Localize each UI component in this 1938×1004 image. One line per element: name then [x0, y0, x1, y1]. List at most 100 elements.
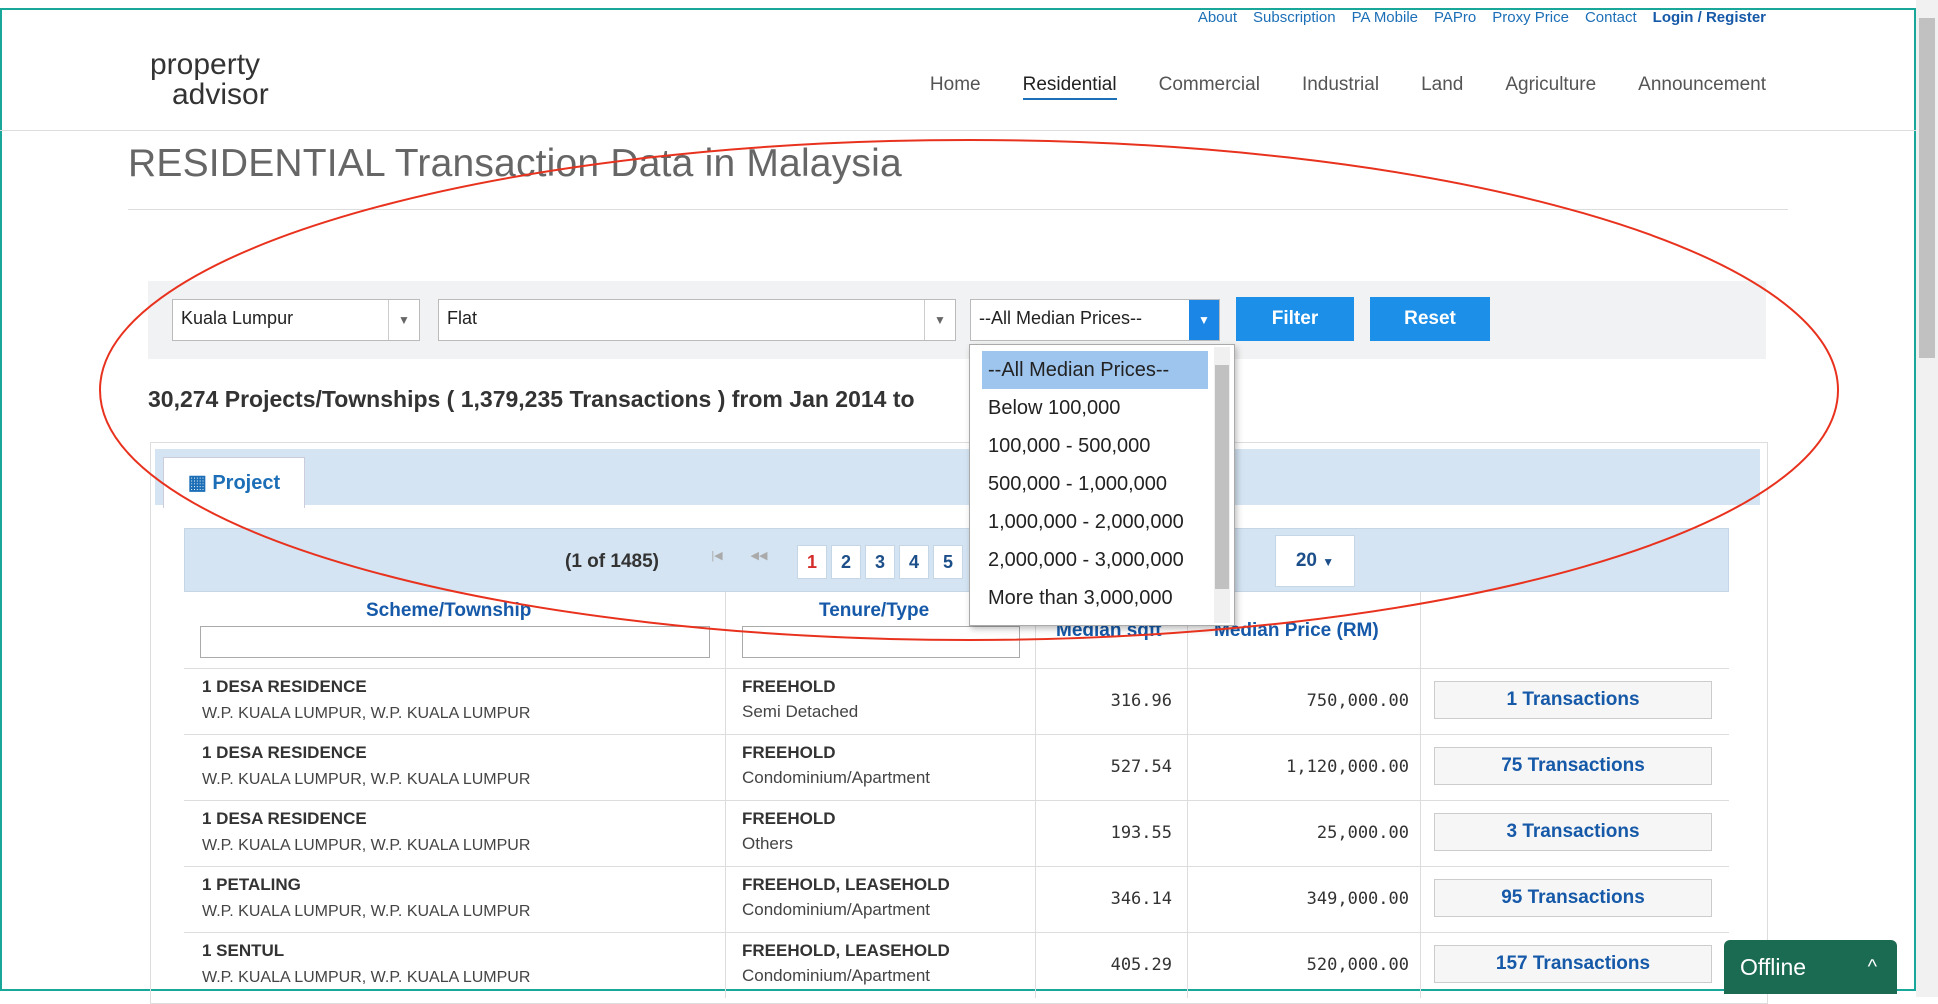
filter-bar: Kuala Lumpur ▼ Flat ▼ --All Median Price… — [148, 281, 1766, 359]
scheme-location: W.P. KUALA LUMPUR, W.P. KUALA LUMPUR — [202, 705, 531, 722]
nav-announcement[interactable]: Announcement — [1638, 74, 1766, 100]
link-about[interactable]: About — [1198, 9, 1237, 26]
page-info: (1 of 1485) — [565, 551, 659, 572]
title-divider — [128, 209, 1788, 210]
link-pa-mobile[interactable]: PA Mobile — [1352, 9, 1418, 26]
median-price-value: --All Median Prices-- — [979, 308, 1143, 328]
nav-agriculture[interactable]: Agriculture — [1505, 74, 1596, 100]
price-option[interactable]: 100,000 - 500,000 — [982, 427, 1208, 465]
prev-page-button[interactable]: ◀◀ — [741, 539, 777, 573]
property-type: Condominium/Apartment — [742, 966, 931, 985]
scheme-name: 1 DESA RESIDENCE — [202, 677, 367, 696]
caret-down-icon: ▼ — [1322, 555, 1335, 569]
price-option[interactable]: 1,000,000 - 2,000,000 — [982, 503, 1208, 541]
scheme-filter-input[interactable] — [200, 626, 710, 658]
tenure-filter-input[interactable] — [742, 626, 1020, 658]
transactions-button[interactable]: 75 Transactions — [1434, 747, 1712, 785]
state-select[interactable]: Kuala Lumpur ▼ — [172, 299, 420, 341]
tenure: FREEHOLD, LEASEHOLD — [742, 875, 950, 894]
price-option[interactable]: 500,000 - 1,000,000 — [982, 465, 1208, 503]
page-title: RESIDENTIAL Transaction Data in Malaysia — [128, 142, 902, 185]
page-2-button[interactable]: 2 — [831, 545, 861, 579]
scheme-name: 1 SENTUL — [202, 941, 285, 960]
column-divider — [1420, 801, 1421, 866]
link-papro[interactable]: PAPro — [1434, 9, 1476, 26]
results-summary: 30,274 Projects/Townships ( 1,379,235 Tr… — [148, 386, 915, 412]
column-divider — [725, 801, 726, 866]
page-scrollbar-thumb[interactable] — [1919, 18, 1935, 358]
scheme-location: W.P. KUALA LUMPUR, W.P. KUALA LUMPUR — [202, 837, 531, 854]
state-select-value: Kuala Lumpur — [181, 308, 294, 328]
nav-commercial[interactable]: Commercial — [1159, 74, 1260, 100]
table-row: 1 DESA RESIDENCE W.P. KUALA LUMPUR, W.P.… — [184, 668, 1729, 734]
median-price: 520,000.00 — [1306, 955, 1409, 975]
page-scrollbar[interactable] — [1916, 0, 1938, 997]
link-contact[interactable]: Contact — [1585, 9, 1637, 26]
table-header: Scheme/Township Tenure/Type Median sqft … — [184, 592, 1729, 668]
column-divider — [725, 669, 726, 734]
transactions-button[interactable]: 157 Transactions — [1434, 945, 1712, 983]
link-subscription[interactable]: Subscription — [1253, 9, 1336, 26]
transactions-button[interactable]: 3 Transactions — [1434, 813, 1712, 851]
per-page-select[interactable]: 20 ▼ — [1275, 535, 1355, 587]
logo[interactable]: property advisor — [150, 50, 269, 110]
scheme-name: 1 DESA RESIDENCE — [202, 743, 367, 762]
price-option[interactable]: 2,000,000 - 3,000,000 — [982, 541, 1208, 579]
transactions-button[interactable]: 1 Transactions — [1434, 681, 1712, 719]
tenure: FREEHOLD — [742, 809, 836, 828]
nav-industrial[interactable]: Industrial — [1302, 74, 1379, 100]
col-price-header[interactable]: Median Price (RM) — [1214, 620, 1379, 642]
nav-residential[interactable]: Residential — [1022, 74, 1117, 100]
transactions-button[interactable]: 95 Transactions — [1434, 879, 1712, 917]
chevron-up-icon[interactable]: ^ — [1868, 940, 1877, 994]
caret-down-icon: ▼ — [388, 300, 419, 340]
dropdown-scrollbar-thumb[interactable] — [1215, 365, 1229, 589]
link-login-register[interactable]: Login / Register — [1653, 9, 1766, 26]
col-tenure-header[interactable]: Tenure/Type — [819, 600, 929, 622]
page-1-button[interactable]: 1 — [797, 545, 827, 579]
tenure: FREEHOLD, LEASEHOLD — [742, 941, 950, 960]
nav-home[interactable]: Home — [930, 74, 981, 100]
link-proxy-price[interactable]: Proxy Price — [1492, 9, 1569, 26]
logo-line-1: property — [150, 48, 261, 81]
page-4-button[interactable]: 4 — [899, 545, 929, 579]
property-type: Condominium/Apartment — [742, 900, 931, 919]
column-divider — [1420, 592, 1421, 668]
median-price: 349,000.00 — [1306, 889, 1409, 909]
scheme-location: W.P. KUALA LUMPUR, W.P. KUALA LUMPUR — [202, 969, 531, 986]
column-divider — [725, 867, 726, 932]
median-price: 750,000.00 — [1306, 691, 1409, 711]
tenure: FREEHOLD — [742, 743, 836, 762]
price-option[interactable]: --All Median Prices-- — [982, 351, 1208, 389]
page-5-button[interactable]: 5 — [933, 545, 963, 579]
column-divider — [1420, 735, 1421, 800]
column-divider — [1187, 669, 1188, 734]
property-type-value: Flat — [447, 308, 478, 328]
main-nav: Home Residential Commercial Industrial L… — [930, 74, 1766, 100]
col-scheme-header[interactable]: Scheme/Township — [366, 600, 531, 622]
scheme-location: W.P. KUALA LUMPUR, W.P. KUALA LUMPUR — [202, 903, 531, 920]
per-page-value: 20 — [1295, 550, 1317, 571]
column-divider — [1187, 933, 1188, 998]
price-option[interactable]: More than 3,000,000 — [982, 579, 1208, 617]
table-row: 1 PETALING W.P. KUALA LUMPUR, W.P. KUALA… — [184, 866, 1729, 932]
reset-button[interactable]: Reset — [1370, 297, 1490, 341]
nav-land[interactable]: Land — [1421, 74, 1463, 100]
chat-widget[interactable]: Offline ^ — [1724, 940, 1897, 994]
median-price: 25,000.00 — [1316, 823, 1409, 843]
table-row: 1 DESA RESIDENCE W.P. KUALA LUMPUR, W.P.… — [184, 800, 1729, 866]
scheme-name: 1 DESA RESIDENCE — [202, 809, 367, 828]
tab-strip: ▦ Project — [155, 449, 1760, 508]
caret-down-icon: ▼ — [924, 300, 955, 340]
property-type-select[interactable]: Flat ▼ — [438, 299, 956, 341]
first-page-button[interactable]: |◀ — [699, 539, 735, 573]
median-price-select[interactable]: --All Median Prices-- ▼ — [970, 299, 1220, 341]
column-divider — [725, 735, 726, 800]
page-3-button[interactable]: 3 — [865, 545, 895, 579]
price-option[interactable]: Below 100,000 — [982, 389, 1208, 427]
tab-project[interactable]: ▦ Project — [163, 457, 305, 508]
pagination-bar: (1 of 1485) |◀ ◀◀ 1 2 3 4 5 20 ▼ — [184, 528, 1729, 592]
chat-status-label: Offline — [1740, 954, 1807, 980]
median-sqft: 193.55 — [1110, 823, 1172, 843]
filter-button[interactable]: Filter — [1236, 297, 1354, 341]
